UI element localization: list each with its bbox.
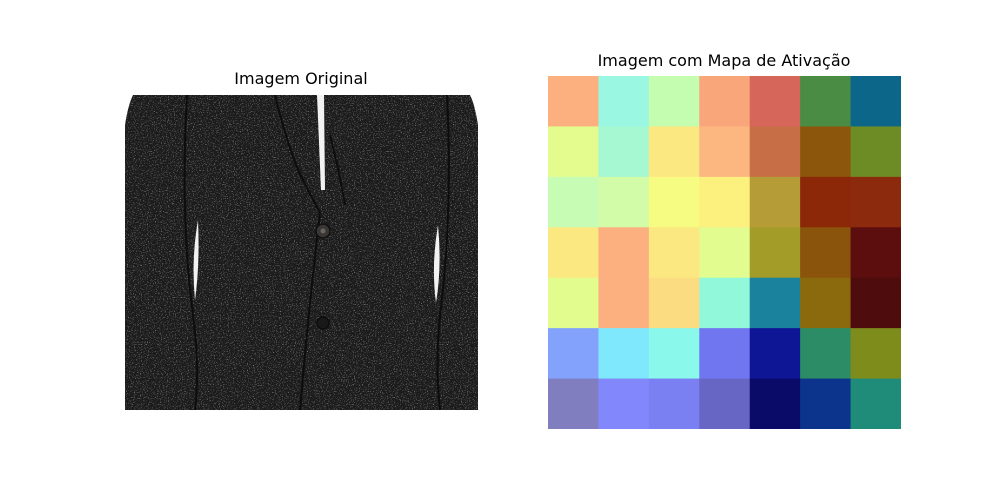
heatmap-cell [548,378,599,429]
heatmap-cell [699,176,751,228]
heatmap-cell [699,76,751,127]
heatmap-cell [699,328,751,380]
heatmap-cell [800,328,852,380]
heatmap-cell [749,277,801,329]
heatmap-cell [850,277,901,329]
heatmap-cell [850,227,901,279]
heatmap-cell [699,126,751,178]
jacket-photo [125,95,478,410]
heatmap-cell [598,126,650,178]
heatmap-cell [850,378,901,429]
heatmap-cell [648,378,700,429]
heatmap-cell [699,277,751,329]
heatmap-cell [850,76,901,127]
heatmap-cell [800,126,852,178]
heatmap-cell [749,227,801,279]
heatmap-cell [548,126,599,178]
heatmap-cell [598,378,650,429]
heatmap-cell [850,176,901,228]
activation-map-title: Imagem com Mapa de Ativação [597,51,851,70]
heatmap-cell [749,126,801,178]
heatmap-cell [749,176,801,228]
heatmap-cell [800,378,852,429]
heatmap-cell [548,328,599,380]
heatmap-cell [548,277,599,329]
heatmap-cell [749,378,801,429]
heatmap-cell [800,176,852,228]
heatmap-cell [699,378,751,429]
heatmap-cell [800,227,852,279]
heatmap-cell [648,126,700,178]
original-image-title: Imagem Original [234,69,368,88]
heatmap-cell [749,76,801,127]
heatmap-cell [598,277,650,329]
activation-heatmap [548,76,901,429]
heatmap-cell [598,76,650,127]
heatmap-cell [800,76,852,127]
original-image [125,95,478,410]
heatmap-cell [800,277,852,329]
heatmap-cell [648,76,700,127]
heatmap-cell [598,176,650,228]
heatmap-cell [749,328,801,380]
heatmap-cell [648,227,700,279]
heatmap-cell [850,126,901,178]
heatmap-cell [648,328,700,380]
heatmap-cell [850,328,901,380]
heatmap-cell [699,227,751,279]
heatmap-cell [548,227,599,279]
heatmap-cell [648,176,700,228]
heatmap-cell [598,227,650,279]
heatmap-cell [548,76,599,127]
heatmap-cell [548,176,599,228]
heatmap-cell [598,328,650,380]
heatmap-cell [648,277,700,329]
